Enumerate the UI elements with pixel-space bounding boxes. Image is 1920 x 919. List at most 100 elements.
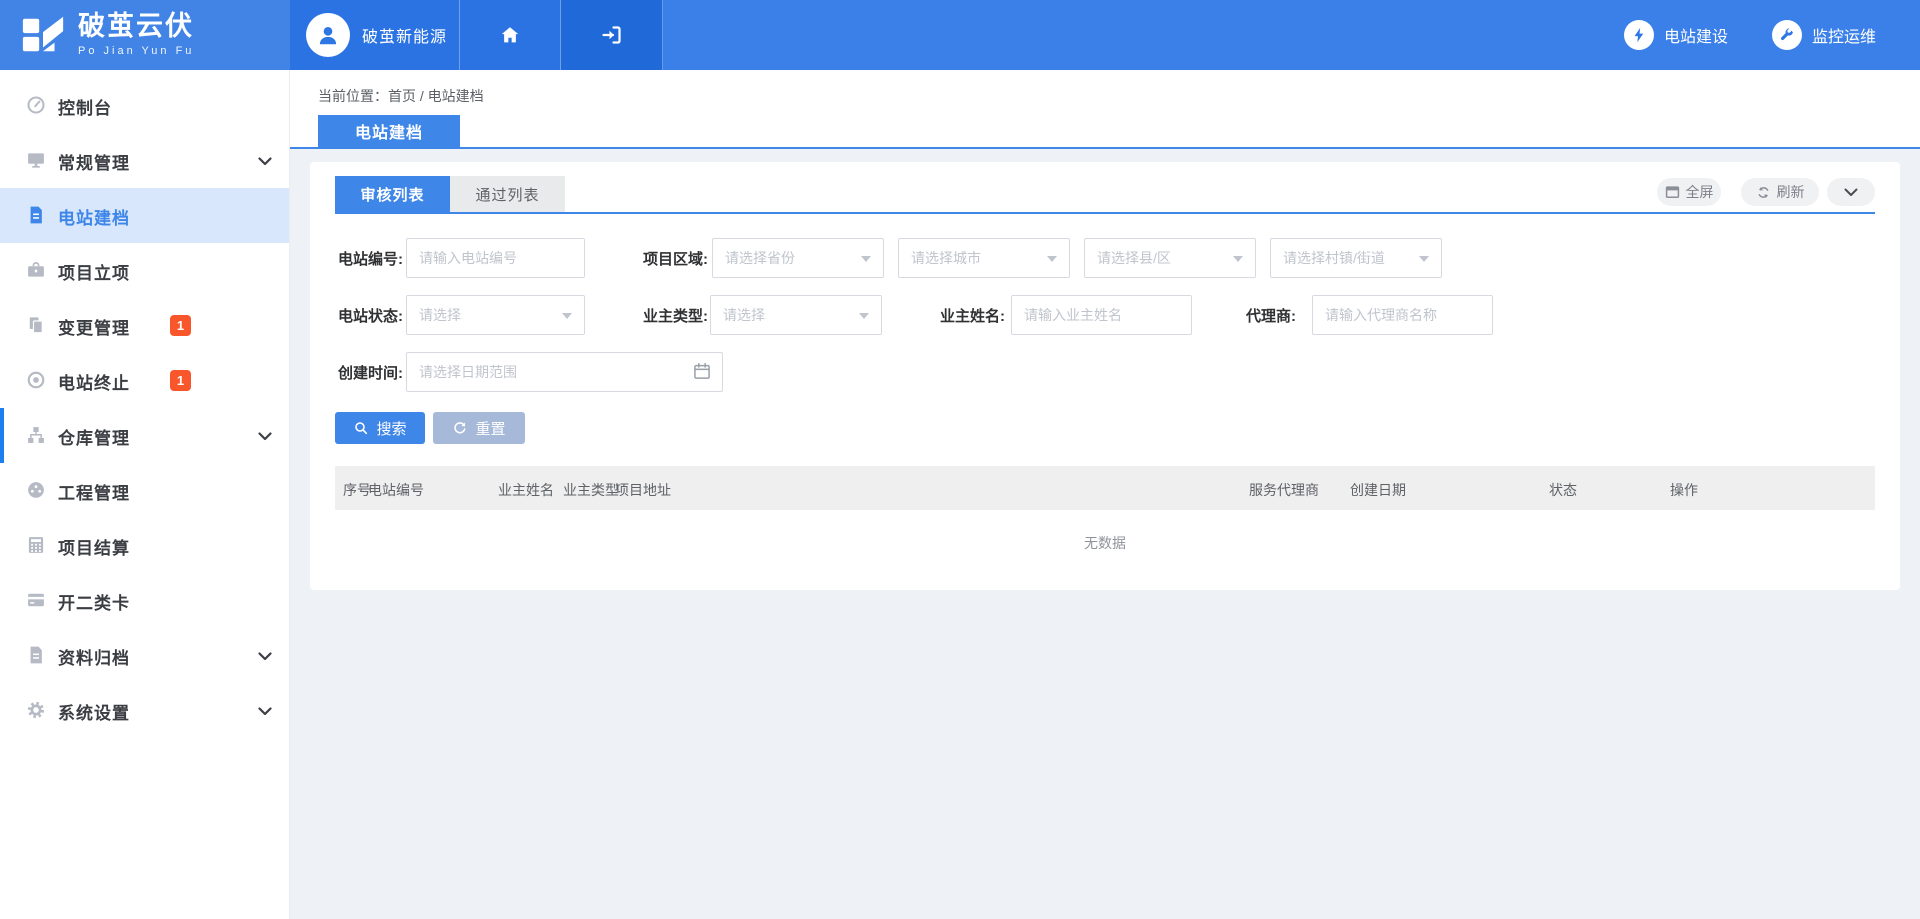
owner-name-input[interactable] — [1011, 295, 1192, 335]
wrench-icon — [1772, 20, 1802, 50]
filter-station-no: 电站编号: — [335, 238, 585, 278]
search-button[interactable]: 搜索 — [335, 412, 425, 444]
caret-down-icon — [1233, 256, 1243, 267]
top-nav: 破茧新能源 电站建设 — [290, 0, 1920, 70]
column-service-agent: 服务代理商 — [1249, 480, 1319, 500]
filter-create-time: 创建时间: — [335, 352, 723, 392]
sidebar-item-change-mgmt[interactable]: 变更管理 1 — [0, 298, 289, 353]
document-icon — [26, 205, 46, 225]
page-tab-station-filing[interactable]: 电站建档 — [318, 115, 460, 147]
date-range-picker[interactable] — [406, 352, 723, 392]
refresh-icon — [1756, 185, 1771, 200]
city-select[interactable]: 请选择城市 — [898, 238, 1070, 278]
chevron-down-icon — [258, 707, 272, 716]
filter-form: 电站编号: 项目区域: 请选择省份 请选择城市 请选择县/区 — [335, 238, 1875, 392]
copy-icon — [26, 315, 46, 335]
town-select[interactable]: 请选择村镇/街道 — [1270, 238, 1442, 278]
sidebar-item-system-settings[interactable]: 系统设置 — [0, 683, 289, 738]
file-icon — [26, 645, 46, 665]
sidebar-item-type2-card[interactable]: 开二类卡 — [0, 573, 289, 628]
column-project-address: 项目地址 — [615, 480, 671, 500]
owner-type-select[interactable]: 请选择 — [710, 295, 882, 335]
fullscreen-button[interactable]: 全屏 — [1657, 178, 1721, 206]
column-station-no: 电站编号 — [368, 480, 424, 500]
sidebar-item-engineering-mgmt[interactable]: 工程管理 — [0, 463, 289, 518]
card-tabs: 审核列表 通过列表 全屏 — [335, 162, 1875, 214]
sidebar: 控制台 常规管理 电站建档 — [0, 70, 290, 919]
breadcrumb-current: 电站建档 — [428, 88, 484, 104]
date-range-input[interactable] — [406, 352, 723, 392]
breadcrumb-prefix: 当前位置： — [318, 88, 388, 104]
breadcrumb-separator: / — [420, 88, 424, 104]
user-cell[interactable]: 破茧新能源 — [290, 0, 460, 70]
filter-agent: 代理商: — [1238, 295, 1493, 335]
top-bar: 破茧云伏 Po Jian Yun Fu 破茧新能源 — [0, 0, 1920, 70]
caret-down-icon — [859, 313, 869, 324]
brand-logo: 破茧云伏 Po Jian Yun Fu — [0, 0, 290, 70]
caret-down-icon — [562, 313, 572, 324]
filter-owner-name: 业主姓名: — [939, 295, 1192, 335]
fullscreen-icon — [1665, 186, 1680, 199]
sidebar-item-console[interactable]: 控制台 — [0, 78, 289, 133]
lightning-icon — [1624, 20, 1654, 50]
card-toolbar: 全屏 刷新 — [1657, 178, 1875, 206]
home-button[interactable] — [460, 0, 561, 70]
app-window: 破茧云伏 Po Jian Yun Fu 破茧新能源 — [0, 0, 1920, 919]
station-status-select[interactable]: 请选择 — [406, 295, 585, 335]
county-select[interactable]: 请选择县/区 — [1084, 238, 1256, 278]
sidebar-item-data-archive[interactable]: 资料归档 — [0, 628, 289, 683]
column-status: 状态 — [1549, 480, 1577, 500]
column-actions: 操作 — [1670, 480, 1698, 500]
breadcrumb-home-link[interactable]: 首页 — [388, 88, 416, 104]
gauge-icon — [26, 95, 46, 115]
caret-down-icon — [1419, 256, 1429, 267]
reset-icon — [452, 420, 468, 436]
province-select[interactable]: 请选择省份 — [712, 238, 884, 278]
sidebar-item-station-filing[interactable]: 电站建档 — [0, 188, 289, 243]
chevron-down-icon — [258, 652, 272, 661]
chevron-down-icon — [1844, 188, 1858, 197]
avatar — [306, 13, 350, 57]
tab-review-list[interactable]: 审核列表 — [335, 176, 450, 212]
station-no-input[interactable] — [406, 238, 585, 278]
badge-count: 1 — [170, 370, 191, 391]
search-icon — [353, 420, 369, 436]
reset-button[interactable]: 重置 — [433, 412, 525, 444]
refresh-button[interactable]: 刷新 — [1741, 178, 1819, 206]
form-actions: 搜索 重置 — [335, 412, 1875, 444]
caret-down-icon — [861, 256, 871, 267]
module-label: 监控运维 — [1812, 23, 1876, 47]
filter-row-2: 电站状态: 请选择 业主类型: 请选择 业主姓名: — [335, 295, 1875, 335]
filter-station-status: 电站状态: 请选择 — [335, 295, 585, 335]
brand-subtitle: Po Jian Yun Fu — [78, 45, 194, 57]
agent-input[interactable] — [1312, 295, 1493, 335]
company-name: 破茧新能源 — [362, 23, 447, 47]
brand-logo-icon — [20, 12, 66, 58]
module-label: 电站建设 — [1664, 23, 1728, 47]
gear-icon — [26, 700, 46, 720]
content-card: 审核列表 通过列表 全屏 — [310, 162, 1900, 590]
tab-passed-list[interactable]: 通过列表 — [450, 176, 565, 212]
sitemap-icon — [26, 425, 46, 445]
sign-in-icon — [600, 23, 624, 47]
caret-down-icon — [1047, 256, 1057, 267]
column-create-date: 创建日期 — [1350, 480, 1406, 500]
main-area: 当前位置：首页 / 电站建档 电站建档 审核列表 通过列表 全屏 — [290, 70, 1920, 919]
filter-row-1: 电站编号: 项目区域: 请选择省份 请选择城市 请选择县/区 — [335, 238, 1875, 278]
sidebar-item-project-initiation[interactable]: 项目立项 — [0, 243, 289, 298]
module-station-build[interactable]: 电站建设 — [1624, 0, 1728, 70]
column-index: 序号 — [343, 480, 371, 500]
briefcase-icon — [26, 260, 46, 280]
sidebar-item-general-mgmt[interactable]: 常规管理 — [0, 133, 289, 188]
logout-button[interactable] — [561, 0, 663, 70]
column-owner-type: 业主类型 — [563, 480, 619, 500]
sidebar-item-station-termination[interactable]: 电站终止 1 — [0, 353, 289, 408]
table-header: 序号 电站编号 业主姓名 业主类型 项目地址 服务代理商 创建日期 状态 操作 — [335, 466, 1875, 510]
brand-text: 破茧云伏 Po Jian Yun Fu — [78, 13, 194, 57]
sidebar-item-warehouse-mgmt[interactable]: 仓库管理 — [0, 408, 289, 463]
module-monitor-ops[interactable]: 监控运维 — [1772, 0, 1876, 70]
collapse-toolbar-button[interactable] — [1827, 178, 1875, 206]
sidebar-item-project-settlement[interactable]: 项目结算 — [0, 518, 289, 573]
badge-count: 1 — [170, 315, 191, 336]
breadcrumb: 当前位置：首页 / 电站建档 — [318, 86, 484, 106]
